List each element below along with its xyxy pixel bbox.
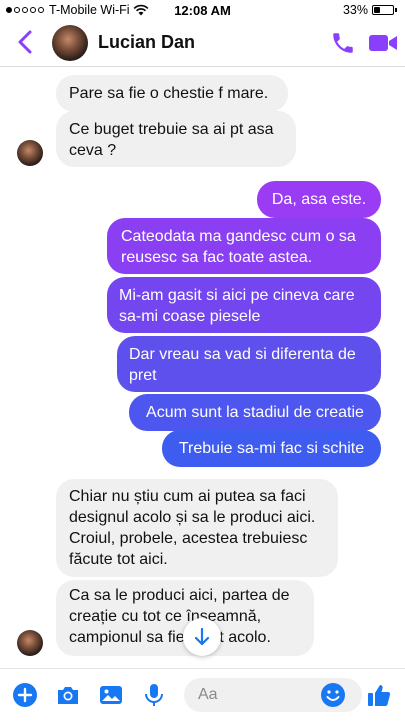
sender-avatar bbox=[17, 630, 43, 656]
sender-avatar bbox=[17, 140, 43, 166]
microphone-icon[interactable] bbox=[141, 682, 167, 708]
arrow-down-icon bbox=[194, 627, 210, 646]
message-incoming[interactable]: Chiar nu știu cum ai putea sa faci desig… bbox=[56, 479, 338, 577]
phone-icon[interactable] bbox=[330, 30, 356, 56]
back-chevron-icon[interactable] bbox=[14, 29, 38, 55]
contact-avatar[interactable] bbox=[52, 25, 88, 61]
conversation-header: Lucian Dan bbox=[0, 20, 405, 67]
message-composer bbox=[0, 668, 405, 721]
message-outgoing[interactable]: Acum sunt la stadiul de creatie bbox=[129, 394, 381, 431]
status-bar: T-Mobile Wi-Fi 12:08 AM 33% bbox=[0, 0, 405, 20]
image-icon[interactable] bbox=[98, 682, 124, 708]
battery-group: 33% bbox=[343, 3, 397, 17]
message-incoming[interactable]: Ce buget trebuie sa ai pt asa ceva ? bbox=[56, 111, 296, 167]
message-outgoing[interactable]: Trebuie sa-mi fac si schite bbox=[162, 430, 381, 467]
plus-icon[interactable] bbox=[12, 682, 38, 708]
message-incoming[interactable]: Pare sa fie o chestie f mare. bbox=[56, 75, 288, 112]
message-outgoing[interactable]: Cateodata ma gandesc cum o sa reusesc sa… bbox=[107, 218, 381, 274]
camera-icon[interactable] bbox=[55, 682, 81, 708]
contact-name[interactable]: Lucian Dan bbox=[98, 32, 195, 53]
emoji-icon[interactable] bbox=[320, 682, 346, 708]
battery-icon bbox=[372, 5, 394, 15]
message-outgoing[interactable]: Dar vreau sa vad si diferenta de pret bbox=[117, 336, 381, 392]
video-camera-icon[interactable] bbox=[368, 32, 398, 54]
thumbs-up-icon[interactable] bbox=[366, 682, 392, 708]
scroll-to-bottom-button[interactable] bbox=[183, 618, 221, 656]
message-outgoing[interactable]: Mi-am gasit si aici pe cineva care sa-mi… bbox=[107, 277, 381, 333]
battery-percentage: 33% bbox=[342, 3, 368, 17]
message-outgoing[interactable]: Da, asa este. bbox=[257, 181, 381, 218]
